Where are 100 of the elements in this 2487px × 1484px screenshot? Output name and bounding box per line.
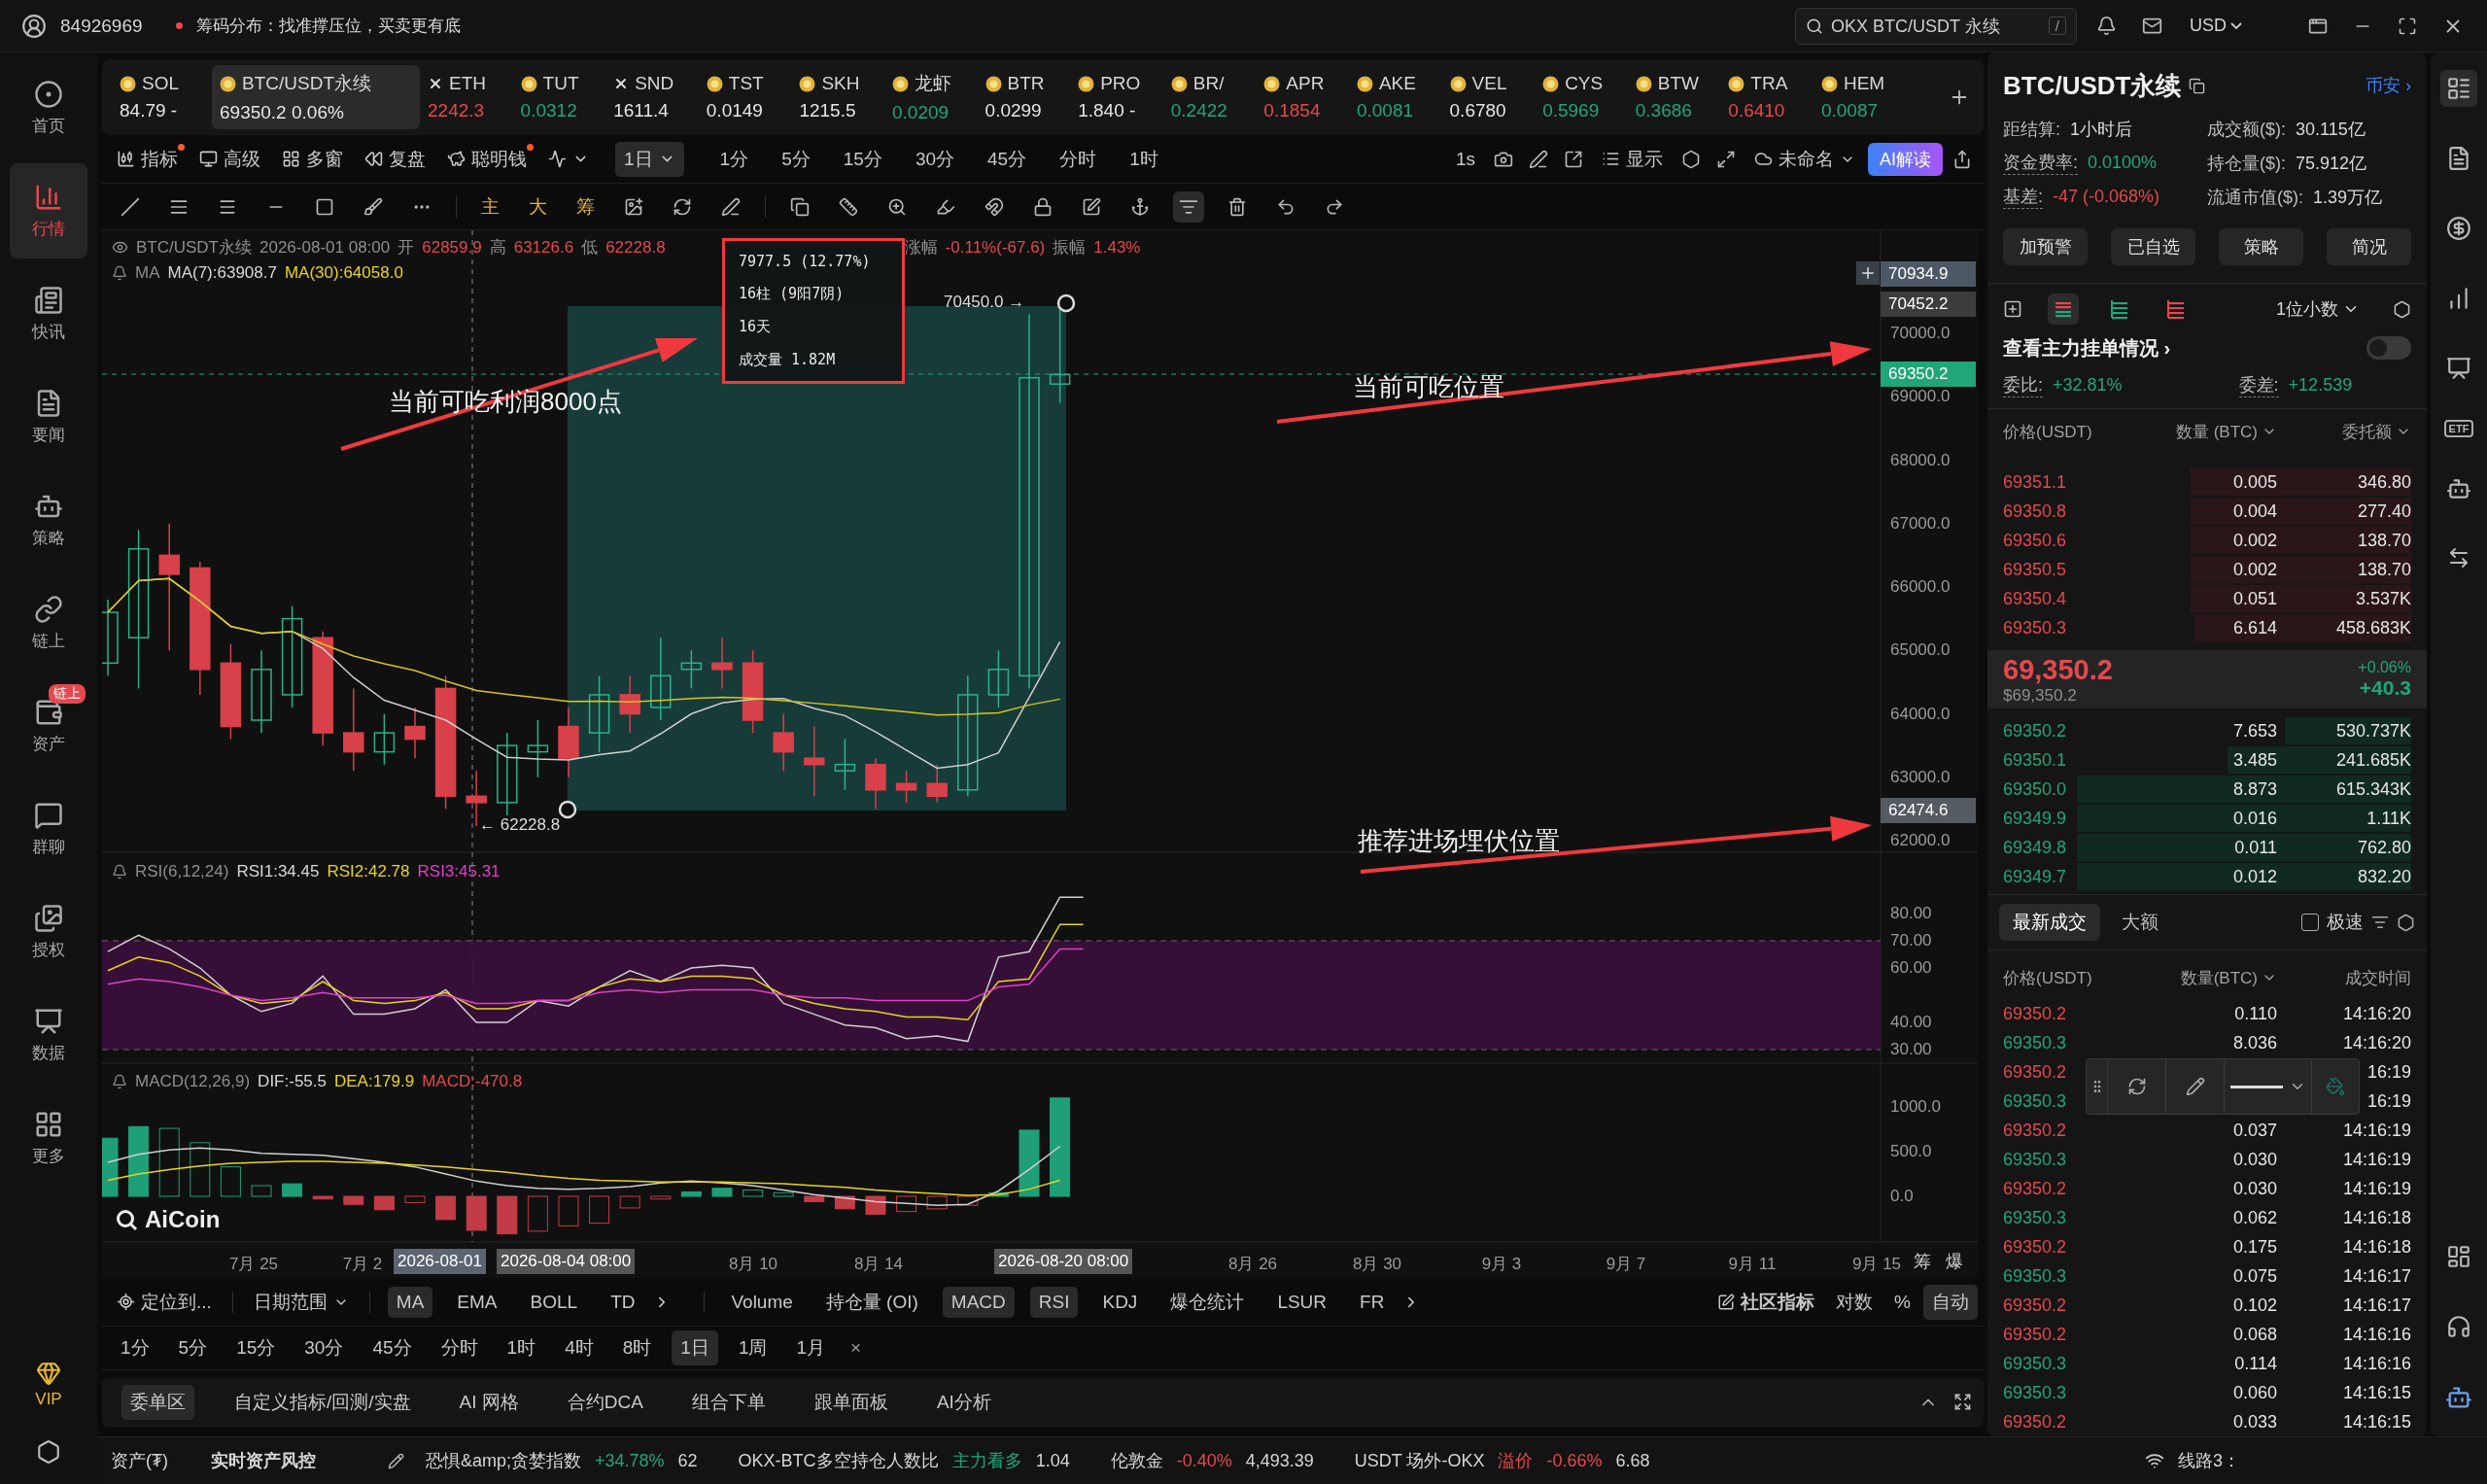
panel-tab[interactable]: 跟单面板 xyxy=(805,1384,897,1420)
panel-tab[interactable]: 自定义指标/回测/实盘 xyxy=(225,1384,420,1420)
sidebar-item[interactable]: 要闻 xyxy=(10,369,87,465)
sidebar-item[interactable]: 快讯 xyxy=(10,266,87,362)
sidebar-item[interactable]: 数据 xyxy=(10,987,87,1083)
ticker-item[interactable]: SND 1611.4 xyxy=(605,65,699,129)
interval-tab[interactable]: 30分 xyxy=(295,1330,353,1365)
trades-tab[interactable]: 大额 xyxy=(2108,904,2172,941)
asset-label[interactable]: 资产(₮) xyxy=(111,1449,168,1472)
locate-button[interactable]: 定位到... xyxy=(108,1284,221,1320)
main-orders-link[interactable]: 查看主力挂单情况 › xyxy=(2003,334,2171,362)
notice-text[interactable]: 筹码分布：找准撑压位，买卖更有底 xyxy=(195,15,461,37)
ticker-item[interactable]: APR 0.1854 xyxy=(1256,65,1349,129)
column-header[interactable]: 数量(BTC) xyxy=(2160,966,2277,989)
bid-row[interactable]: 69350.0 8.873 615.343K xyxy=(2003,775,2411,805)
layout-dropdown[interactable]: 未命名 xyxy=(1745,141,1864,177)
bid-row[interactable]: 69349.8 0.011 762.80 xyxy=(2003,833,2411,863)
indicator-tab[interactable]: TD xyxy=(602,1286,644,1318)
interval-tab[interactable]: 1时 xyxy=(1121,141,1167,177)
ticker-item[interactable]: CYS 0.5969 xyxy=(1535,65,1628,129)
interval-tab[interactable]: 5分 xyxy=(169,1330,217,1365)
sidebar-item[interactable]: 链上 xyxy=(10,575,87,671)
action-button[interactable]: 简况 xyxy=(2327,228,2411,265)
sidebar-item[interactable]: 链上 资产 xyxy=(10,678,87,774)
interval-tab[interactable]: 4时 xyxy=(556,1330,603,1365)
interval-tab[interactable]: 1分 xyxy=(710,141,758,177)
action-button[interactable]: 策略 xyxy=(2219,228,2303,265)
tool-button[interactable]: 指标 xyxy=(108,141,187,177)
ask-row[interactable]: 69350.8 0.004 277.40 xyxy=(2003,497,2411,526)
tool-button[interactable]: 聪明钱 xyxy=(438,141,535,177)
tool-button[interactable]: 高级 xyxy=(190,141,269,177)
interval-tab[interactable]: 15分 xyxy=(834,141,891,177)
ticker-item[interactable]: PRO 1.840 - xyxy=(1070,65,1163,129)
sidebar-item[interactable]: 群聊 xyxy=(10,781,87,877)
ticker-item[interactable]: TUT 0.0312 xyxy=(512,65,606,129)
interval-tab[interactable]: 45分 xyxy=(363,1330,421,1365)
ask-row[interactable]: 69350.6 0.002 138.70 xyxy=(2003,526,2411,555)
date-range-dropdown[interactable]: 日期范围 xyxy=(244,1284,358,1320)
interval-tab[interactable]: 45分 xyxy=(979,141,1036,177)
scale-option[interactable]: 对数 xyxy=(1827,1284,1883,1320)
bid-row[interactable]: 69349.7 0.012 832.20 xyxy=(2003,862,2411,892)
sidebar-item[interactable]: 首页 xyxy=(10,60,87,155)
ticker-item[interactable]: HEM 0.0087 xyxy=(1813,65,1907,129)
bid-row[interactable]: 69349.9 0.016 1.11K xyxy=(2003,804,2411,834)
speed-button[interactable]: 1s xyxy=(1446,143,1484,175)
etf-icon[interactable]: ETF xyxy=(2443,420,2474,437)
interval-tab[interactable]: 1日 xyxy=(615,141,684,177)
scale-option[interactable]: 自动 xyxy=(1923,1284,1978,1320)
axis-button[interactable]: 爆 xyxy=(1944,1248,1965,1275)
ticker-item[interactable]: SKH 1215.5 xyxy=(791,65,884,129)
bid-row[interactable]: 69350.2 7.653 530.737K xyxy=(2003,716,2411,746)
sidebar-item[interactable]: 授权 xyxy=(10,884,87,980)
indicator-tab[interactable]: MA xyxy=(387,1286,433,1318)
sidebar-item[interactable]: 更多 xyxy=(10,1090,87,1186)
indicator-tab[interactable]: KDJ xyxy=(1093,1286,1147,1318)
panel-tab[interactable]: 委单区 xyxy=(121,1384,194,1420)
panel-tab[interactable]: 组合下单 xyxy=(682,1384,775,1420)
interval-tab[interactable]: 30分 xyxy=(906,141,963,177)
tool-button[interactable]: 多窗 xyxy=(273,141,352,177)
drawing-tool[interactable]: 大 xyxy=(520,189,556,224)
bid-row[interactable]: 69350.1 3.485 241.685K xyxy=(2003,745,2411,776)
indicator-tab[interactable]: EMA xyxy=(448,1286,506,1318)
indicator-tab[interactable]: BOLL xyxy=(521,1286,587,1318)
interval-tab[interactable]: 分时 xyxy=(432,1330,487,1365)
ticker-item[interactable]: BTW 0.3686 xyxy=(1627,65,1721,129)
indicator-tab[interactable]: 持仓量 (OI) xyxy=(816,1284,927,1320)
community-button[interactable]: 社区指标 xyxy=(1709,1284,1824,1320)
sidebar-item[interactable]: 策略 xyxy=(10,472,87,568)
trades-tab[interactable]: 最新成交 xyxy=(1999,904,2100,941)
indicator-tab[interactable]: 爆仓统计 xyxy=(1161,1284,1254,1320)
interval-tab[interactable]: 1周 xyxy=(729,1330,777,1365)
indicator-tab[interactable]: Volume xyxy=(722,1286,802,1318)
ticker-item[interactable]: TRA 0.6410 xyxy=(1720,65,1813,129)
axis-button[interactable]: 筹 xyxy=(1912,1248,1933,1275)
interval-tab[interactable]: 1时 xyxy=(498,1330,545,1365)
risk-label[interactable]: 实时资产风控 xyxy=(211,1449,316,1472)
interval-tab[interactable]: 15分 xyxy=(227,1330,285,1365)
indicator-tab[interactable]: LSUR xyxy=(1268,1286,1336,1318)
indicator-tab[interactable]: FR xyxy=(1351,1286,1394,1318)
vip-button[interactable]: VIP xyxy=(29,1360,68,1410)
line-label[interactable]: 线路3： xyxy=(2178,1449,2240,1472)
interval-tab[interactable]: 8时 xyxy=(613,1330,661,1365)
panel-tab[interactable]: 合约DCA xyxy=(558,1384,652,1420)
currency-dropdown[interactable]: USD xyxy=(2182,12,2250,40)
ask-row[interactable]: 69350.3 6.614 458.683K xyxy=(2003,613,2411,642)
ask-row[interactable]: 69350.4 0.051 3.537K xyxy=(2003,584,2411,613)
ticker-item[interactable]: TST 0.0149 xyxy=(698,65,792,129)
ticker-item[interactable]: VEL 0.6780 xyxy=(1441,65,1536,129)
panel-tab[interactable]: AI分析 xyxy=(927,1384,1000,1420)
display-button[interactable]: 显示 xyxy=(1593,141,1672,177)
drawing-tool[interactable]: 筹 xyxy=(568,189,604,224)
interval-tab[interactable]: 5分 xyxy=(773,141,819,177)
column-header[interactable]: 委托额 xyxy=(2277,420,2411,443)
precision-dropdown[interactable]: 1位小数 xyxy=(2268,293,2367,325)
drawing-tool[interactable]: 主 xyxy=(472,189,508,224)
exchange-link[interactable]: 币安 › xyxy=(2366,74,2411,97)
indicator-tab[interactable]: RSI xyxy=(1029,1286,1079,1318)
close-button[interactable]: × xyxy=(842,1332,871,1363)
sidebar-item[interactable]: 行情 xyxy=(10,163,87,259)
ticker-item[interactable]: 龙虾 0.0209 xyxy=(883,65,978,129)
